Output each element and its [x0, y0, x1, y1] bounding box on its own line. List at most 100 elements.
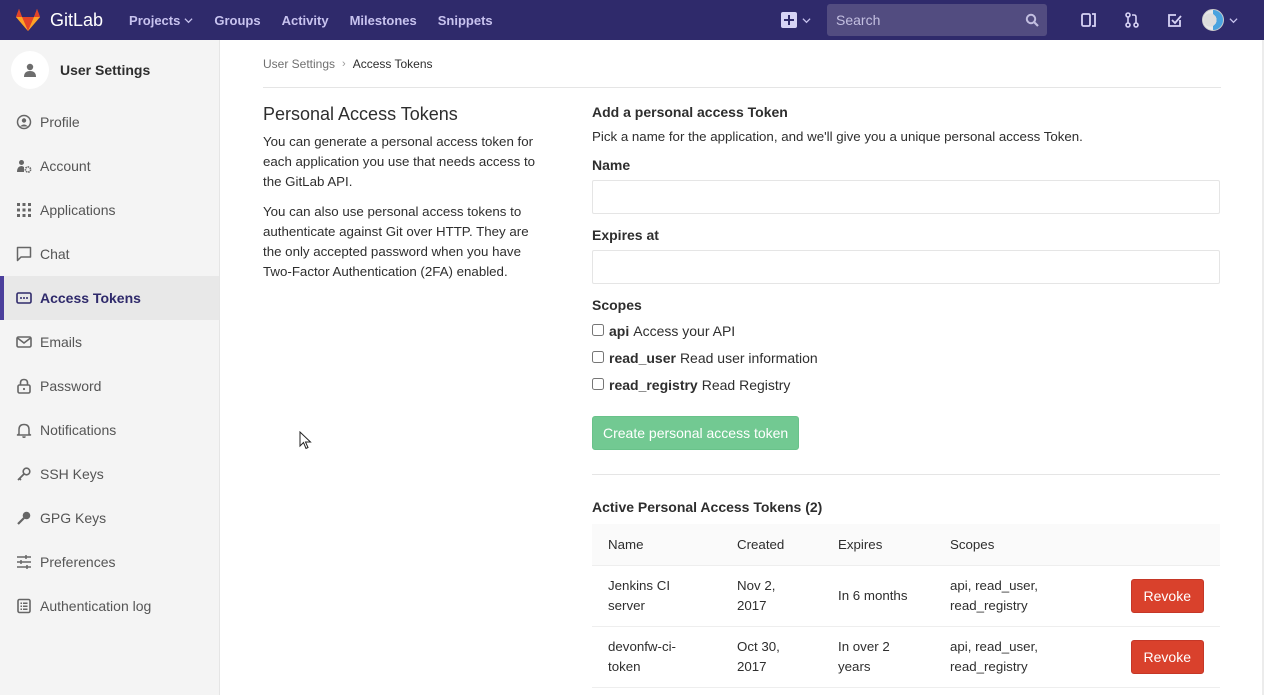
gitlab-home-link[interactable]: GitLab: [15, 0, 103, 40]
revoke-button[interactable]: Revoke: [1130, 639, 1204, 674]
context-title: User Settings: [60, 62, 151, 78]
column-header-created: Created: [721, 524, 822, 566]
token-expires: In 6 months: [822, 565, 934, 627]
sidebar-item-ssh-keys[interactable]: SSH Keys: [0, 452, 219, 496]
sidebar-item-label: Password: [40, 378, 102, 394]
todos-button[interactable]: [1153, 0, 1196, 40]
column-header-actions: [1084, 524, 1220, 566]
token-actions: Revoke: [1084, 565, 1220, 627]
chevron-right-icon: ›: [342, 57, 346, 70]
nav-projects[interactable]: Projects: [129, 13, 193, 28]
expires-at-input[interactable]: [592, 250, 1220, 284]
revoke-button[interactable]: Revoke: [1130, 578, 1204, 613]
table-row: devonfw-ci-token Oct 30, 2017 In over 2 …: [592, 626, 1220, 688]
sidebar-item-label: SSH Keys: [40, 466, 104, 482]
table-row: Jenkins CI server Nov 2, 2017 In 6 month…: [592, 565, 1220, 627]
nav-projects-label: Projects: [129, 12, 181, 28]
plus-square-icon: [781, 12, 797, 28]
create-token-button[interactable]: Create personal access token: [592, 416, 800, 450]
search-input[interactable]: [836, 12, 1016, 28]
search-icon[interactable]: [1025, 13, 1039, 27]
scope-api-checkbox[interactable]: [592, 324, 604, 336]
scopes-label: Scopes: [592, 297, 642, 313]
new-dropdown-button[interactable]: [781, 12, 811, 28]
sidebar-item-chat[interactable]: Chat: [0, 232, 219, 276]
scope-read-registry-checkbox[interactable]: [592, 378, 604, 390]
sidebar-item-notifications[interactable]: Notifications: [0, 408, 219, 452]
sidebar-item-label: Chat: [40, 246, 70, 262]
form-title: Add a personal access Token: [592, 104, 788, 120]
chevron-down-icon: [802, 17, 811, 23]
scope-description: Read user information: [679, 350, 818, 366]
lock-icon: [16, 378, 32, 394]
sidebar-item-label: Notifications: [40, 422, 117, 438]
chat-icon: [16, 246, 32, 262]
token-form-column: Add a personal access Token Pick a name …: [592, 103, 1220, 688]
chevron-down-icon: [184, 17, 193, 23]
brand-name: GitLab: [50, 9, 104, 30]
sidebar-item-account[interactable]: Account: [0, 144, 219, 188]
page-title: Personal Access Tokens: [263, 104, 458, 124]
name-label: Name: [592, 157, 631, 173]
token-scopes: api, read_user, read_registry: [934, 565, 1084, 627]
gitlab-logo-icon: [16, 9, 40, 31]
column-header-expires: Expires: [822, 524, 934, 566]
mouse-cursor-icon: [299, 431, 312, 450]
settings-row: Personal Access Tokens You can generate …: [263, 103, 1221, 688]
breadcrumb-parent[interactable]: User Settings: [263, 57, 335, 71]
scope-option-read-user: read_user Read user information: [592, 349, 1220, 367]
user-menu-button[interactable]: [1202, 9, 1238, 31]
nav-milestones[interactable]: Milestones: [350, 13, 417, 28]
sidebar-item-emails[interactable]: Emails: [0, 320, 219, 364]
email-icon: [16, 334, 32, 350]
top-navbar: GitLab Projects Groups Activity Mileston…: [0, 0, 1264, 40]
sidebar-toggle-button[interactable]: [1067, 0, 1110, 40]
main-content: User Settings › Access Tokens Personal A…: [263, 40, 1221, 688]
sidebar-item-label: Account: [40, 158, 91, 174]
merge-request-icon: [1124, 12, 1139, 28]
user-icon: [24, 63, 36, 77]
key-icon: [16, 510, 32, 526]
merge-requests-button[interactable]: [1110, 0, 1153, 40]
sidebar-item-label: Emails: [40, 334, 83, 350]
scope-name: read_user: [609, 350, 676, 366]
key-icon: [16, 466, 32, 482]
account-icon: [16, 158, 32, 174]
navbar-right: [781, 0, 1264, 40]
nav-activity[interactable]: Activity: [282, 13, 329, 28]
sidebar-item-applications[interactable]: Applications: [0, 188, 219, 232]
context-avatar: [11, 51, 49, 89]
sidebar-item-gpg-keys[interactable]: GPG Keys: [0, 496, 219, 540]
breadcrumb: User Settings › Access Tokens: [263, 40, 1221, 88]
breadcrumb-current[interactable]: Access Tokens: [353, 57, 433, 71]
sidebar-item-preferences[interactable]: Preferences: [0, 540, 219, 584]
nav-groups[interactable]: Groups: [214, 13, 260, 28]
sidebar-item-label: Preferences: [40, 554, 116, 570]
scope-read-user-checkbox[interactable]: [592, 351, 604, 363]
nav-snippets[interactable]: Snippets: [438, 13, 493, 28]
sidebar-item-label: Profile: [40, 114, 80, 130]
column-header-name: Name: [592, 524, 721, 566]
sidebar-item-authentication-log[interactable]: Authentication log: [0, 584, 219, 628]
sidebar-context-header[interactable]: User Settings: [0, 40, 219, 100]
sidebar-item-password[interactable]: Password: [0, 364, 219, 408]
intro-column: Personal Access Tokens You can generate …: [263, 103, 563, 688]
token-name-input[interactable]: [592, 180, 1220, 214]
sidebar-item-profile[interactable]: Profile: [0, 100, 219, 144]
token-expires: In over 2 years: [822, 626, 934, 688]
token-created: Nov 2, 2017: [721, 565, 822, 627]
sliders-icon: [16, 554, 32, 570]
token-actions: Revoke: [1084, 626, 1220, 688]
token-name: Jenkins CI server: [592, 565, 721, 627]
expires-label: Expires at: [592, 227, 659, 243]
todo-check-icon: [1167, 14, 1182, 27]
bell-icon: [16, 422, 32, 438]
intro-paragraph: You can also use personal access tokens …: [263, 204, 529, 279]
sidebar-item-access-tokens[interactable]: Access Tokens: [0, 276, 219, 320]
token-name: devonfw-ci-token: [592, 626, 721, 688]
scope-description: Access your API: [633, 323, 736, 339]
token-scopes: api, read_user, read_registry: [934, 626, 1084, 688]
chevron-down-icon: [1229, 17, 1238, 23]
table-header-row: Name Created Expires Scopes: [592, 524, 1220, 566]
scope-name: api: [609, 323, 630, 339]
